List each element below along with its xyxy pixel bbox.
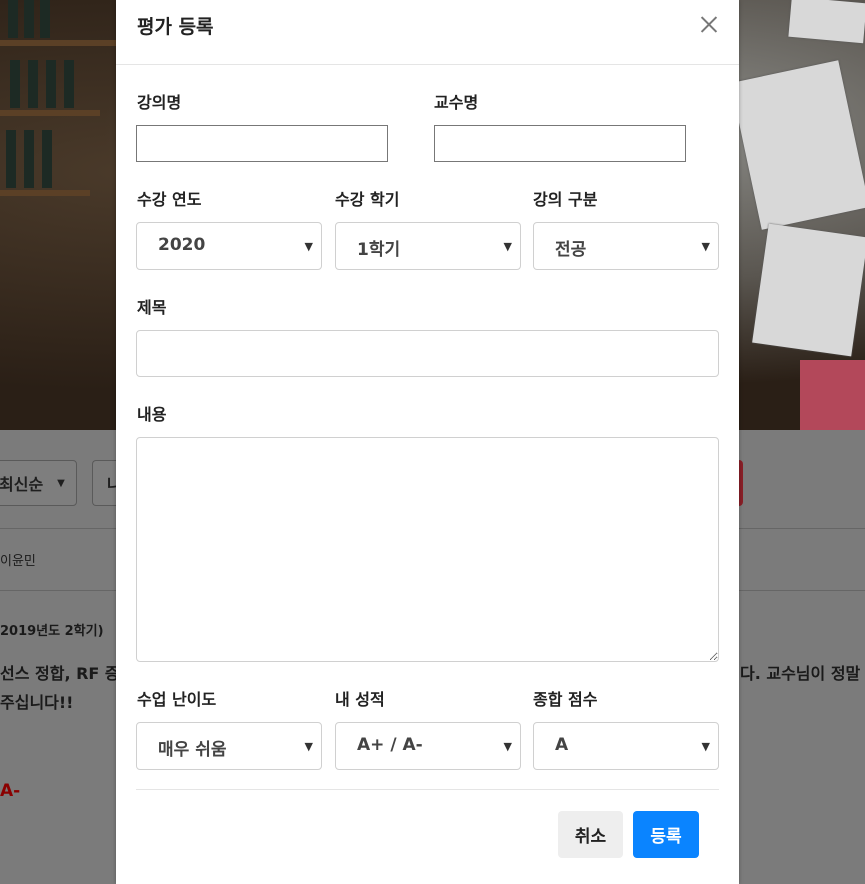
chevron-down-icon: ▼: [503, 740, 512, 753]
chevron-down-icon: ▼: [701, 740, 710, 753]
chevron-down-icon: ▼: [304, 240, 313, 253]
year-label: 수강 연도: [137, 190, 202, 209]
my-grade-select-value: A+ / A-: [357, 735, 423, 755]
total-score-label: 종합 점수: [533, 690, 598, 709]
bg-author: 이윤민: [0, 554, 36, 569]
chevron-down-icon: ▼: [701, 240, 710, 253]
bg-content-line2: 주십니다!!: [0, 693, 74, 712]
cancel-button[interactable]: 취소: [558, 811, 623, 858]
lecture-name-input[interactable]: [136, 125, 388, 162]
bg-caret-icon: ▼: [57, 477, 65, 489]
bg-sort-label: 최신순: [0, 475, 44, 494]
modal-header: 평가 등록: [116, 0, 739, 65]
total-score-select-value: A: [555, 735, 569, 755]
year-select-value: 2020: [158, 235, 206, 255]
professor-name-label: 교수명: [434, 93, 479, 112]
difficulty-label: 수업 난이도: [137, 690, 217, 709]
semester-label: 수강 학기: [335, 190, 400, 209]
chevron-down-icon: ▼: [503, 240, 512, 253]
bg-content-line1-right: 다. 교수님이 정말 친: [740, 664, 865, 683]
submit-button[interactable]: 등록: [633, 811, 699, 858]
content-label: 내용: [137, 405, 167, 424]
difficulty-select-value: 매우 쉬움: [158, 740, 227, 760]
content-textarea[interactable]: [136, 437, 719, 662]
semester-select-value: 1학기: [357, 240, 401, 260]
difficulty-select[interactable]: 매우 쉬움 ▼: [136, 722, 322, 770]
bg-sort-select: 최신순 ▼: [0, 460, 77, 506]
chevron-down-icon: ▼: [304, 740, 313, 753]
professor-name-input[interactable]: [434, 125, 686, 162]
review-modal: 평가 등록 강의명 교수명 수강 연도 수강 학기 강의 구분 2020 ▼ 1…: [116, 0, 739, 884]
my-grade-label: 내 성적: [335, 690, 385, 709]
bg-semester: 2019년도 2학기): [0, 624, 104, 639]
close-icon[interactable]: [697, 12, 721, 36]
modal-title: 평가 등록: [137, 16, 214, 38]
footer-divider: [136, 789, 719, 790]
subject-label: 제목: [137, 298, 167, 317]
lecture-type-label: 강의 구분: [533, 190, 598, 209]
bg-content-line1: 선스 정합, RF 증: [0, 664, 120, 683]
subject-input[interactable]: [136, 330, 719, 377]
total-score-select[interactable]: A ▼: [533, 722, 719, 770]
semester-select[interactable]: 1학기 ▼: [335, 222, 521, 270]
lecture-type-select[interactable]: 전공 ▼: [533, 222, 719, 270]
lecture-type-select-value: 전공: [555, 240, 587, 260]
year-select[interactable]: 2020 ▼: [136, 222, 322, 270]
my-grade-select[interactable]: A+ / A- ▼: [335, 722, 521, 770]
lecture-name-label: 강의명: [137, 93, 182, 112]
bg-grade: A-: [0, 781, 21, 801]
